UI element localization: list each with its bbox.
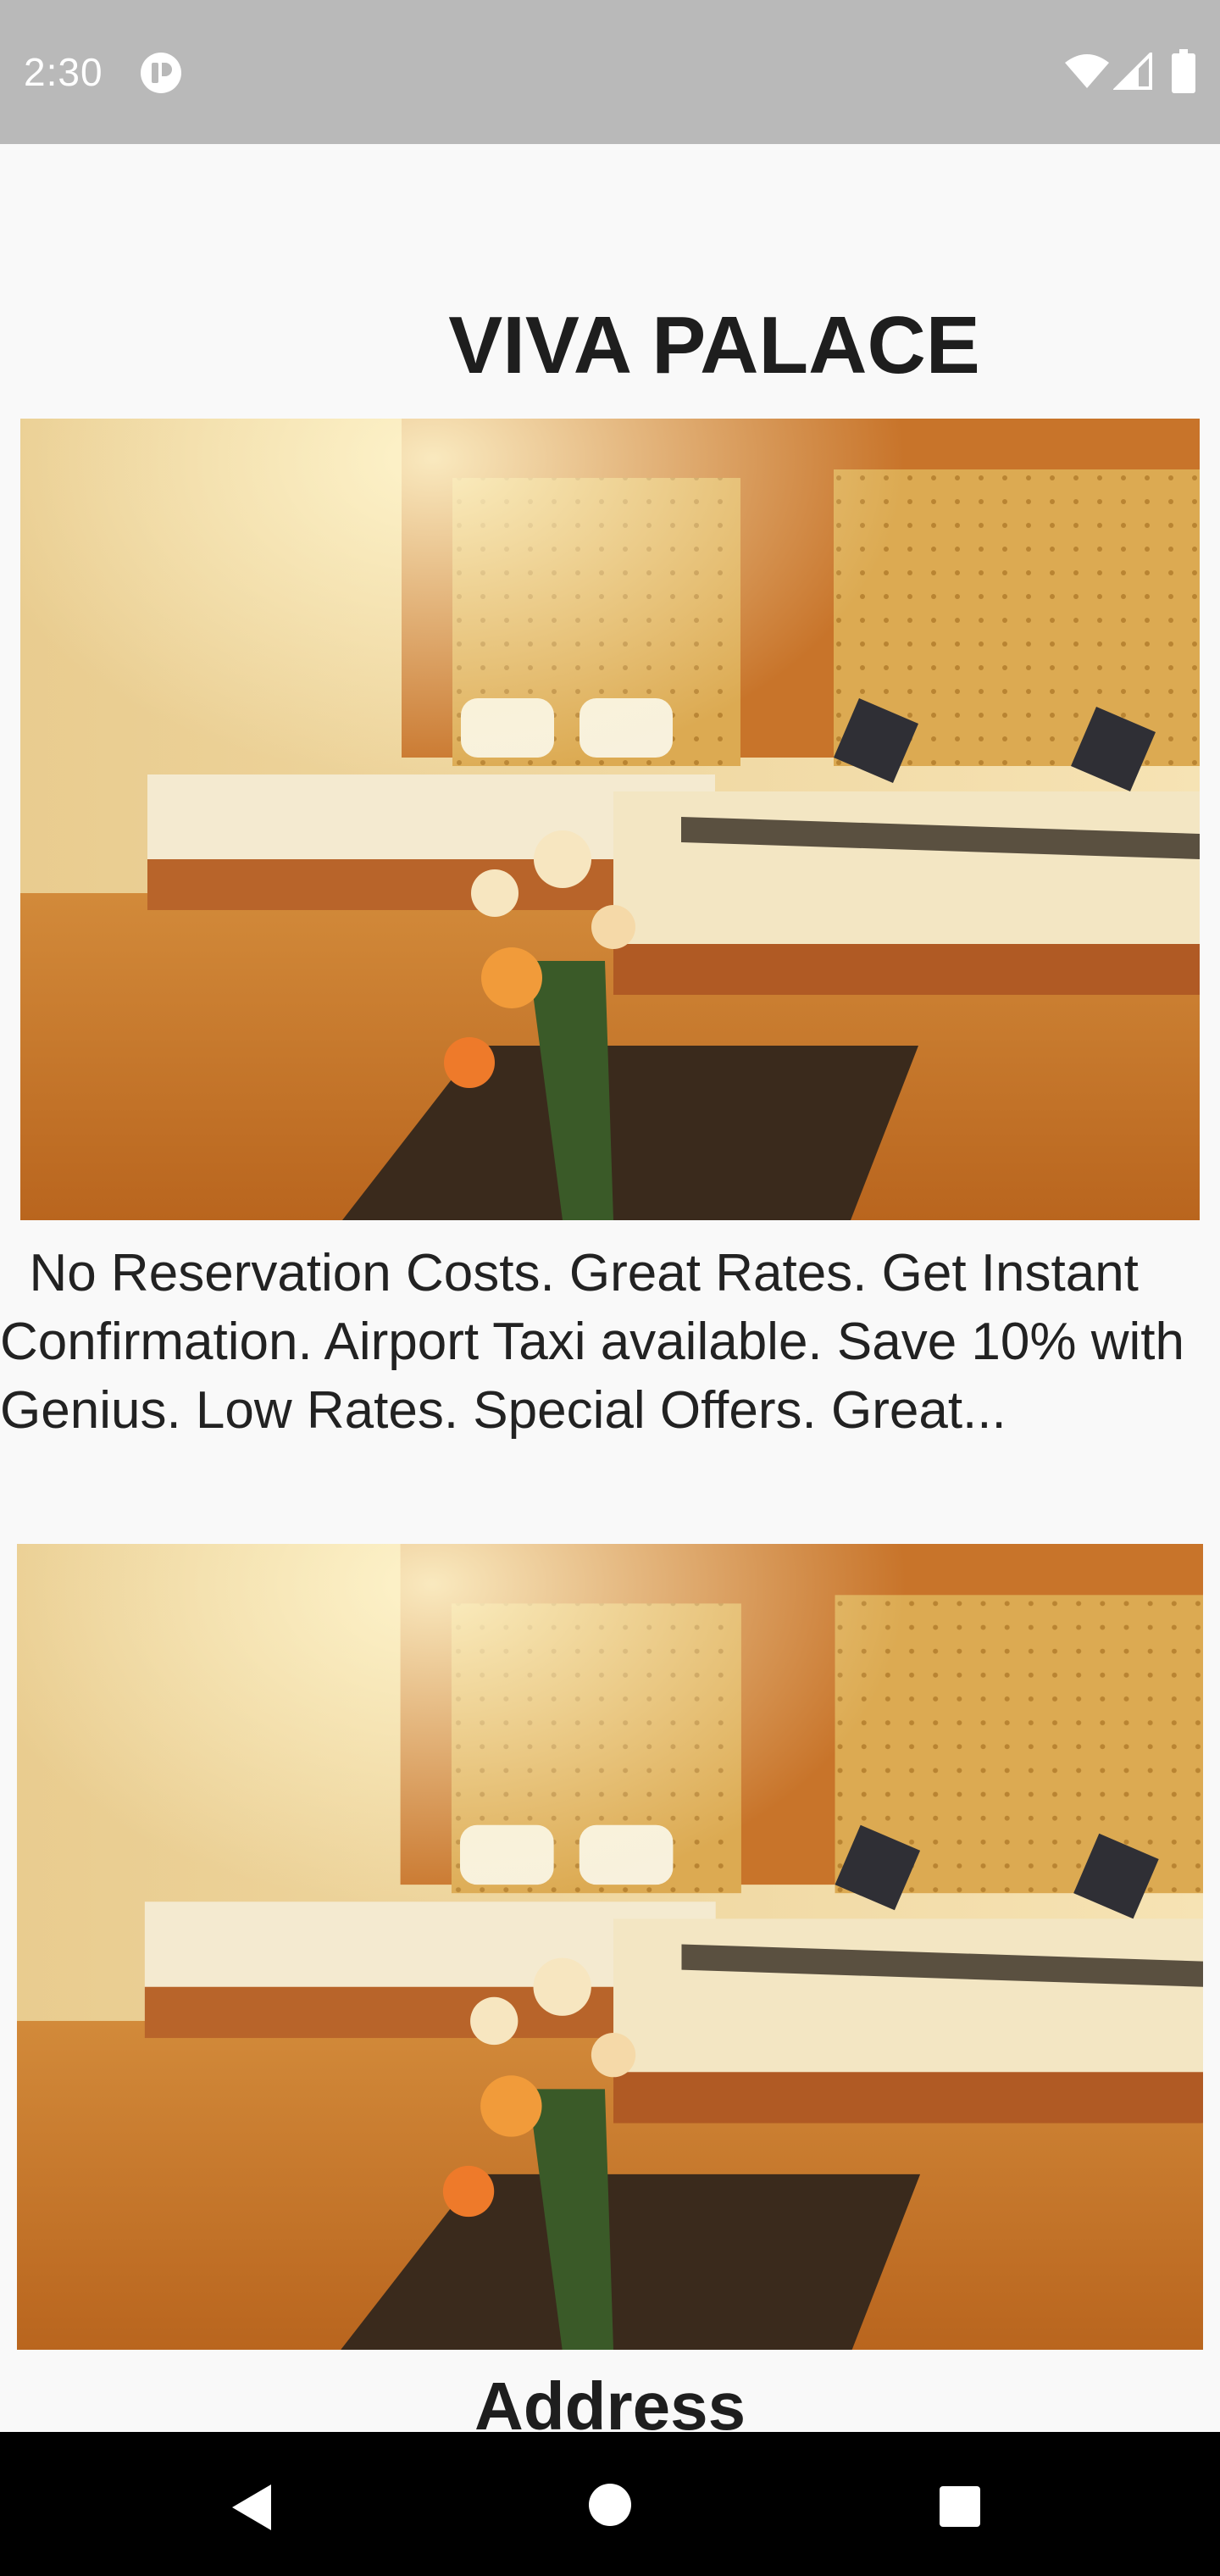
back-icon[interactable] bbox=[227, 2483, 278, 2532]
hotel-room-photo bbox=[17, 1544, 1203, 2350]
recents-icon[interactable] bbox=[938, 2484, 982, 2529]
status-time: 2:30 bbox=[24, 50, 103, 94]
cell-signal-icon bbox=[1113, 53, 1152, 90]
battery-icon bbox=[1172, 49, 1195, 93]
hotel-name: VIVA PALACE bbox=[448, 300, 980, 391]
app-notification-icon bbox=[141, 53, 181, 93]
hotel-room-photo bbox=[20, 419, 1200, 1220]
wifi-icon bbox=[1065, 54, 1109, 88]
hotel-description: No Reservation Costs. Great Rates. Get I… bbox=[0, 1244, 1200, 1440]
status-bar: 2:30 bbox=[0, 0, 1220, 144]
home-icon[interactable] bbox=[587, 2482, 633, 2528]
